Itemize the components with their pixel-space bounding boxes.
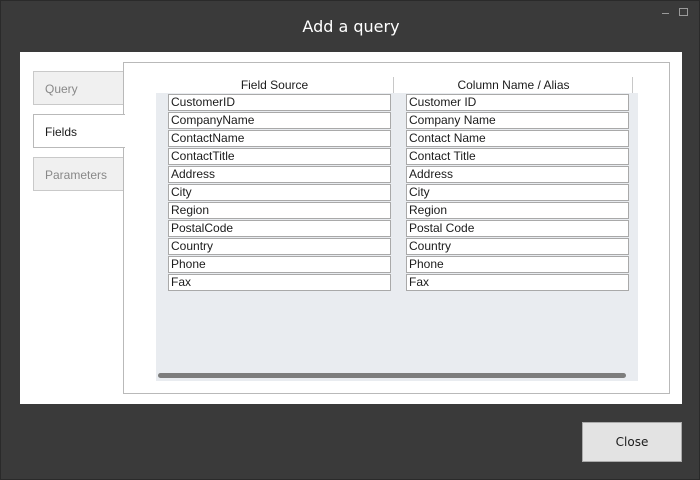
column-alias-input[interactable]: Region bbox=[406, 202, 629, 219]
table-row: Address Address bbox=[156, 166, 638, 183]
column-header-alias[interactable]: Column Name / Alias bbox=[395, 77, 633, 93]
field-source-cell[interactable]: Address bbox=[168, 166, 391, 183]
table-row: Phone Phone bbox=[156, 256, 638, 273]
field-source-cell[interactable]: City bbox=[168, 184, 391, 201]
field-source-cell[interactable]: CustomerID bbox=[168, 94, 391, 111]
column-alias-input[interactable]: City bbox=[406, 184, 629, 201]
field-source-cell[interactable]: ContactName bbox=[168, 130, 391, 147]
horizontal-scrollbar[interactable] bbox=[156, 370, 638, 381]
column-header-field-source[interactable]: Field Source bbox=[156, 77, 394, 93]
scrollbar-thumb[interactable] bbox=[158, 373, 626, 378]
table-row: City City bbox=[156, 184, 638, 201]
field-source-cell[interactable]: CompanyName bbox=[168, 112, 391, 129]
field-source-cell[interactable]: Fax bbox=[168, 274, 391, 291]
dialog-title: Add a query bbox=[302, 17, 400, 36]
column-alias-input[interactable]: Contact Title bbox=[406, 148, 629, 165]
table-row: CustomerID Customer ID bbox=[156, 94, 638, 111]
table-row: Fax Fax bbox=[156, 274, 638, 291]
dialog-content: Query Fields Parameters Field Source Col… bbox=[20, 52, 682, 404]
maximize-icon[interactable] bbox=[679, 8, 688, 16]
tab-query-label: Query bbox=[45, 82, 78, 96]
tab-query[interactable]: Query bbox=[33, 71, 124, 105]
field-source-cell[interactable]: PostalCode bbox=[168, 220, 391, 237]
close-button[interactable]: Close bbox=[582, 422, 682, 462]
minimize-icon[interactable] bbox=[661, 7, 671, 17]
field-source-cell[interactable]: ContactTitle bbox=[168, 148, 391, 165]
tab-fields[interactable]: Fields bbox=[33, 114, 125, 148]
column-alias-input[interactable]: Country bbox=[406, 238, 629, 255]
add-query-dialog: Add a query Query Fields Parameters Fiel… bbox=[0, 0, 700, 480]
fields-panel: Field Source Column Name / Alias Custome… bbox=[123, 62, 670, 394]
column-alias-input[interactable]: Phone bbox=[406, 256, 629, 273]
tab-parameters-label: Parameters bbox=[45, 168, 108, 182]
field-source-cell[interactable]: Region bbox=[168, 202, 391, 219]
title-bar: Add a query bbox=[1, 1, 700, 53]
fields-grid: Field Source Column Name / Alias Custome… bbox=[156, 77, 638, 381]
field-source-cell[interactable]: Phone bbox=[168, 256, 391, 273]
table-row: Country Country bbox=[156, 238, 638, 255]
column-alias-input[interactable]: Fax bbox=[406, 274, 629, 291]
field-source-cell[interactable]: Country bbox=[168, 238, 391, 255]
column-alias-input[interactable]: Address bbox=[406, 166, 629, 183]
tab-parameters[interactable]: Parameters bbox=[33, 157, 124, 191]
grid-header: Field Source Column Name / Alias bbox=[156, 77, 638, 93]
column-alias-input[interactable]: Contact Name bbox=[406, 130, 629, 147]
column-alias-input[interactable]: Customer ID bbox=[406, 94, 629, 111]
table-row: ContactName Contact Name bbox=[156, 130, 638, 147]
column-alias-input[interactable]: Postal Code bbox=[406, 220, 629, 237]
table-row: PostalCode Postal Code bbox=[156, 220, 638, 237]
table-row: CompanyName Company Name bbox=[156, 112, 638, 129]
column-alias-input[interactable]: Company Name bbox=[406, 112, 629, 129]
tab-fields-label: Fields bbox=[45, 125, 78, 139]
table-row: Region Region bbox=[156, 202, 638, 219]
table-row: ContactTitle Contact Title bbox=[156, 148, 638, 165]
